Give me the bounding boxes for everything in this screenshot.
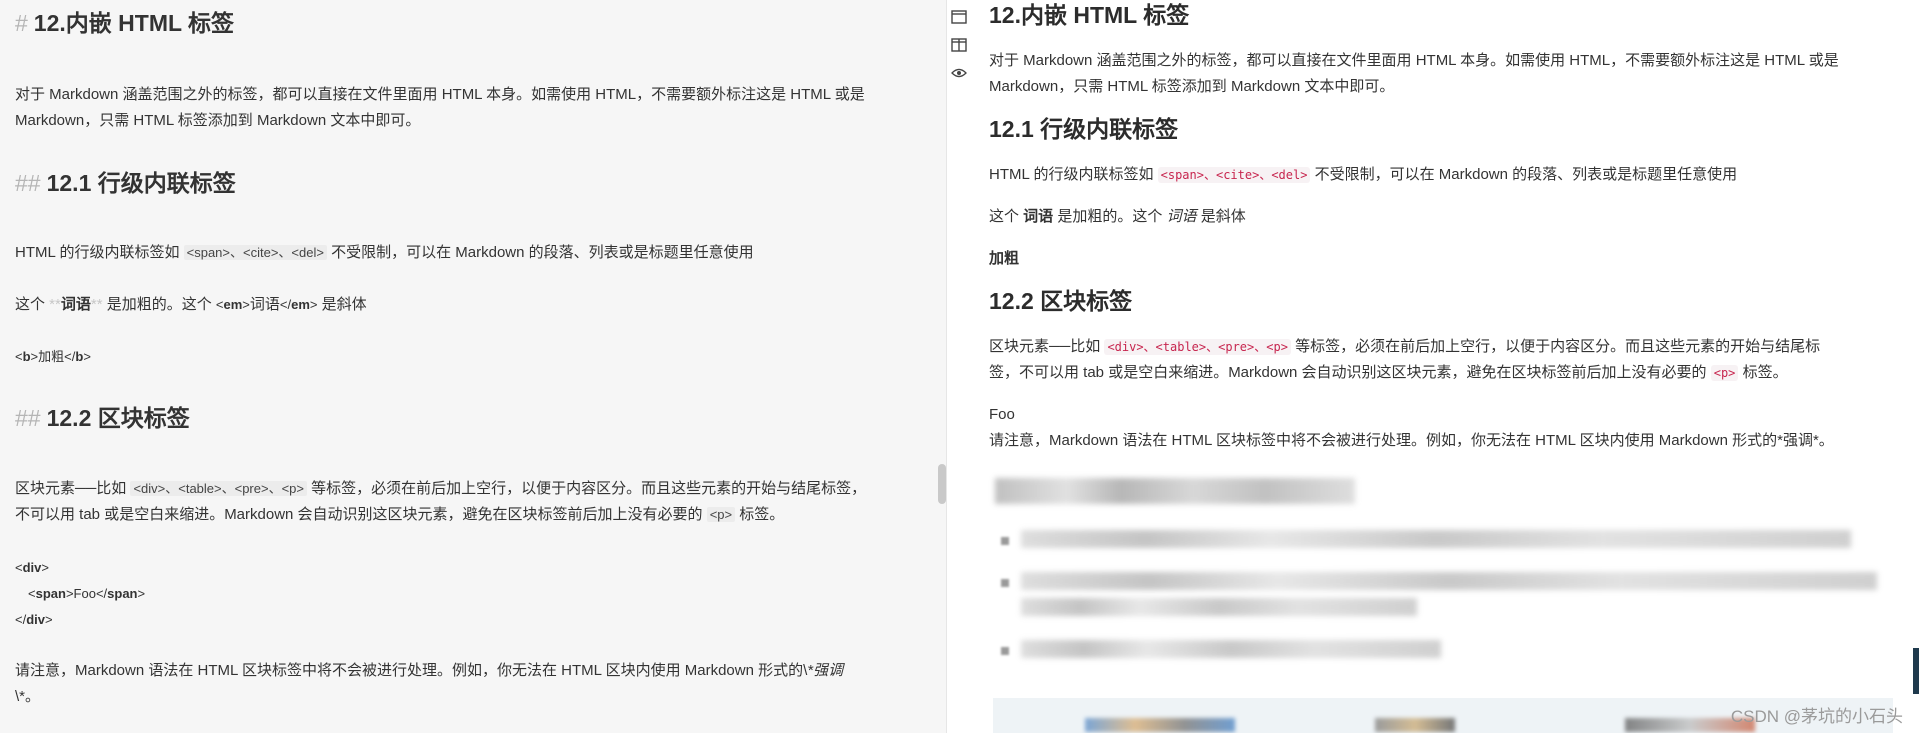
source-span-line[interactable]: <span>Foo</span> bbox=[28, 581, 926, 607]
source-paragraph-intro-1[interactable]: 对于 Markdown 涵盖范围之外的标签，都可以直接在文件里面用 HTML 本… bbox=[15, 82, 926, 108]
source-heading-12[interactable]: #12.内嵌 HTML 标签 bbox=[15, 10, 926, 36]
blurred-list-item bbox=[1021, 640, 1441, 658]
source-paragraph-bold[interactable]: 这个 **词语** 是加粗的。这个 <em>词语</em> 是斜体 bbox=[15, 292, 926, 318]
inline-code: <div>、<table>、<pre>、<p> bbox=[1104, 339, 1291, 355]
source-paragraph-note-1[interactable]: 请注意，Markdown 语法在 HTML 区块标签中将不会被进行处理。例如，你… bbox=[15, 658, 926, 684]
preview-heading-12-2: 12.2 区块标签 bbox=[989, 288, 1133, 314]
source-div-open[interactable]: <div> bbox=[15, 555, 926, 581]
view-toolbar bbox=[948, 4, 974, 92]
markdown-source-editor[interactable]: #12.内嵌 HTML 标签 对于 Markdown 涵盖范围之外的标签，都可以… bbox=[0, 0, 946, 733]
preview-paragraph-block-2: 签，不可以用 tab 或是空白来缩进。Markdown 会自动识别这区块元素，避… bbox=[989, 364, 1788, 381]
source-paragraph-inline[interactable]: HTML 的行级内联标签如 <span>、<cite>、<del> 不受限制，可… bbox=[15, 240, 926, 266]
markdown-editor-window: #12.内嵌 HTML 标签 对于 Markdown 涵盖范围之外的标签，都可以… bbox=[0, 0, 1919, 733]
source-paragraph-block-2[interactable]: 不可以用 tab 或是空白来缩进。Markdown 会自动识别这区块元素，避免在… bbox=[15, 502, 926, 528]
source-div-close[interactable]: </div> bbox=[15, 607, 926, 633]
blurred-heading bbox=[995, 478, 1355, 504]
preview-paragraph-intro-2: Markdown，只需 HTML 标签添加到 Markdown 文本中即可。 bbox=[989, 78, 1395, 95]
pane-divider[interactable] bbox=[946, 0, 947, 733]
inline-code: <span>、<cite>、<del> bbox=[1157, 167, 1311, 183]
inline-code: <span>、<cite>、<del> bbox=[183, 245, 327, 260]
blurred-list-item bbox=[1021, 598, 1417, 616]
list-bullet bbox=[1001, 537, 1009, 545]
inline-code: <p> bbox=[706, 507, 736, 522]
blurred-table-cell bbox=[1085, 718, 1235, 732]
blurred-table-cell bbox=[1375, 718, 1455, 732]
preview-heading-12: 12.内嵌 HTML 标签 bbox=[989, 2, 1190, 28]
preview-heading-12-1: 12.1 行级内联标签 bbox=[989, 116, 1179, 142]
list-bullet bbox=[1001, 579, 1009, 587]
heading-marker: # bbox=[15, 10, 28, 36]
markdown-preview: 12.内嵌 HTML 标签 对于 Markdown 涵盖范围之外的标签，都可以直… bbox=[975, 0, 1919, 733]
blurred-list-item bbox=[1021, 572, 1877, 590]
source-heading-12-1[interactable]: ## 12.1 行级内联标签 bbox=[15, 170, 926, 196]
source-paragraph-intro-2[interactable]: Markdown，只需 HTML 标签添加到 Markdown 文本中即可。 bbox=[15, 108, 926, 134]
blurred-list-item bbox=[1021, 530, 1851, 548]
inline-code: <p> bbox=[1710, 365, 1739, 381]
window-icon[interactable] bbox=[950, 8, 968, 26]
csdn-watermark: CSDN @茅坑的小石头 bbox=[1730, 707, 1903, 726]
side-accent-bar bbox=[1913, 648, 1919, 694]
preview-eye-icon[interactable] bbox=[950, 64, 968, 82]
heading-marker: ## bbox=[15, 170, 41, 196]
inline-code: <div>、<table>、<pre>、<p> bbox=[130, 481, 307, 496]
source-heading-12-2[interactable]: ## 12.2 区块标签 bbox=[15, 405, 926, 431]
preview-paragraph-bold: 这个 词语 是加粗的。这个 词语 是斜体 bbox=[989, 208, 1246, 225]
preview-paragraph-block-1: 区块元素──比如 <div>、<table>、<pre>、<p> 等标签，必须在… bbox=[989, 338, 1821, 355]
heading-marker: ## bbox=[15, 405, 41, 431]
source-paragraph-note-2[interactable]: \*。 bbox=[15, 684, 926, 710]
source-paragraph-block-1[interactable]: 区块元素──比如 <div>、<table>、<pre>、<p> 等标签，必须在… bbox=[15, 476, 926, 502]
editor-scrollbar[interactable] bbox=[938, 464, 946, 504]
source-b-tag-line[interactable]: <b>加粗</b> bbox=[15, 344, 926, 370]
preview-paragraph-inline: HTML 的行级内联标签如 <span>、<cite>、<del> 不受限制，可… bbox=[989, 166, 1738, 183]
preview-paragraph-note: 请注意，Markdown 语法在 HTML 区块标签中将不会被进行处理。例如，你… bbox=[989, 432, 1834, 449]
split-view-icon[interactable] bbox=[950, 36, 968, 54]
preview-bold-text: 加粗 bbox=[989, 250, 1020, 267]
preview-foo: Foo bbox=[989, 406, 1015, 423]
preview-paragraph-intro-1: 对于 Markdown 涵盖范围之外的标签，都可以直接在文件里面用 HTML 本… bbox=[989, 52, 1839, 69]
list-bullet bbox=[1001, 647, 1009, 655]
